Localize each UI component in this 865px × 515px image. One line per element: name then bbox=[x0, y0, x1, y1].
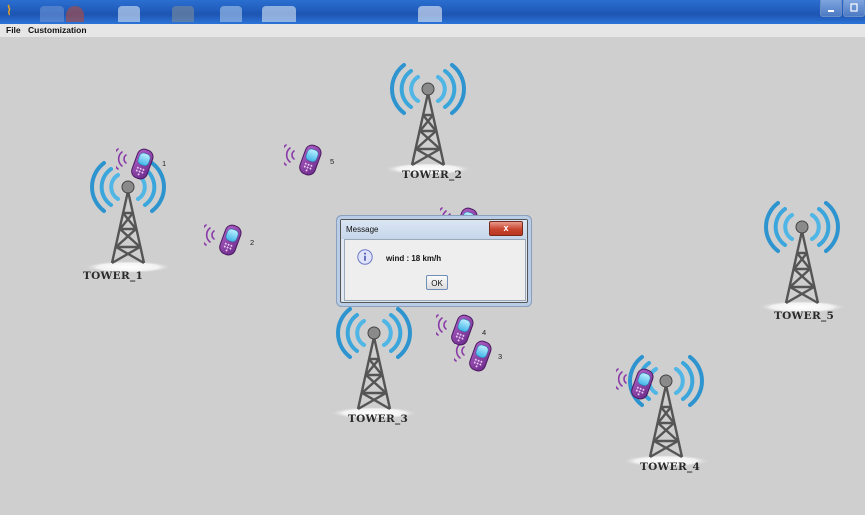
tower-label: TOWER_5 bbox=[774, 310, 835, 322]
message-dialog: Message x wind : 18 km/h OK bbox=[340, 219, 528, 303]
mobile-phone-5[interactable] bbox=[280, 141, 328, 181]
minimize-button[interactable] bbox=[820, 0, 842, 17]
tower-label: TOWER_1 bbox=[83, 270, 144, 282]
tower-label: TOWER_3 bbox=[348, 413, 409, 425]
tower-5[interactable] bbox=[752, 197, 852, 317]
phone-number-label: 2 bbox=[250, 238, 255, 247]
minimize-icon bbox=[828, 10, 834, 12]
mobile-phone-1[interactable] bbox=[112, 145, 160, 185]
tower-icon bbox=[330, 307, 418, 419]
tower-icon bbox=[758, 201, 846, 313]
maximize-icon bbox=[850, 3, 858, 12]
ok-button[interactable]: OK bbox=[426, 275, 448, 290]
taskbar-blob bbox=[172, 6, 194, 22]
info-icon bbox=[357, 249, 373, 265]
taskbar-blob bbox=[418, 6, 442, 22]
app-icon bbox=[7, 4, 11, 16]
dialog-title: Message bbox=[346, 225, 379, 234]
taskbar-blob bbox=[262, 6, 296, 22]
window-titlebar bbox=[0, 0, 865, 24]
phone-number-label: 1 bbox=[162, 159, 167, 168]
phone-icon bbox=[200, 224, 242, 256]
phone-icon bbox=[112, 148, 154, 180]
tower-icon bbox=[384, 63, 472, 175]
mobile-phone-4[interactable] bbox=[432, 311, 480, 351]
tower-label: TOWER_2 bbox=[402, 169, 463, 181]
phone-icon bbox=[432, 314, 474, 346]
phone-number-label: 3 bbox=[498, 352, 503, 361]
close-icon: x bbox=[503, 223, 509, 233]
dialog-titlebar[interactable]: Message x bbox=[341, 220, 527, 239]
tower-label: TOWER_4 bbox=[640, 461, 701, 473]
mobile-phone-2[interactable] bbox=[200, 221, 248, 261]
phone-icon bbox=[280, 144, 322, 176]
taskbar-blob bbox=[220, 6, 242, 22]
mobile-phone-unlabeled[interactable] bbox=[612, 365, 660, 405]
taskbar-blob bbox=[66, 6, 84, 22]
phone-icon bbox=[612, 368, 654, 400]
taskbar-blob bbox=[40, 6, 64, 22]
dialog-message: wind : 18 km/h bbox=[386, 254, 442, 263]
dialog-body: wind : 18 km/h OK bbox=[344, 239, 526, 301]
tower-3[interactable] bbox=[324, 303, 424, 423]
phone-number-label: 4 bbox=[482, 328, 487, 337]
dialog-close-button[interactable]: x bbox=[489, 221, 523, 236]
menu-file[interactable]: File bbox=[6, 25, 21, 35]
menu-customization[interactable]: Customization bbox=[28, 25, 87, 35]
menubar: File Customization bbox=[0, 24, 865, 37]
phone-number-label: 5 bbox=[330, 157, 335, 166]
tower-2[interactable] bbox=[378, 59, 478, 179]
taskbar-blob bbox=[118, 6, 140, 22]
maximize-button[interactable] bbox=[843, 0, 865, 17]
